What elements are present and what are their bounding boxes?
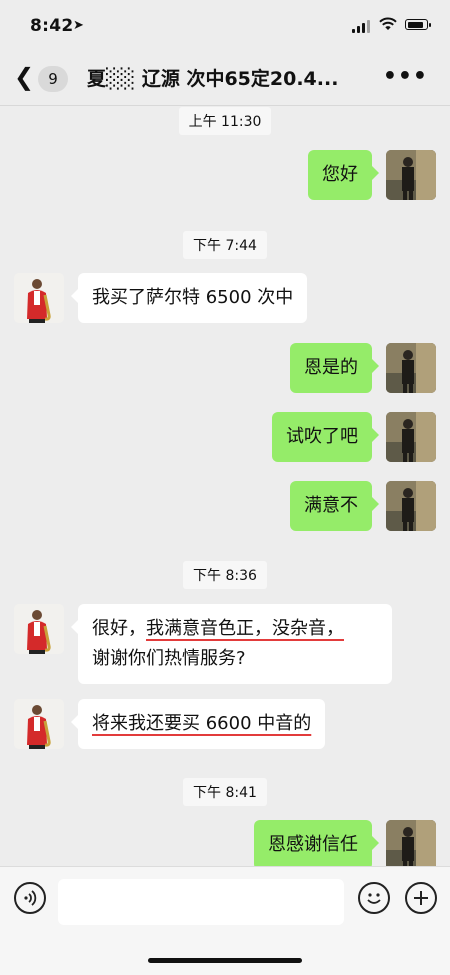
- message-text: 您好: [322, 164, 358, 185]
- home-indicator[interactable]: [148, 958, 302, 963]
- my-avatar[interactable]: [386, 820, 436, 870]
- my-avatar-image: [386, 412, 436, 462]
- message-text: 很好，: [92, 618, 146, 639]
- contact-avatar[interactable]: [14, 699, 64, 749]
- contact-avatar[interactable]: [14, 604, 64, 654]
- message-bubble-sent[interactable]: 恩感谢信任: [254, 820, 379, 870]
- my-avatar[interactable]: [386, 481, 436, 531]
- status-time: 8:42: [30, 16, 74, 36]
- timestamp: 下午 7:44: [0, 231, 450, 259]
- message-text: 恩是的: [304, 357, 358, 378]
- my-avatar-image: [386, 481, 436, 531]
- more-icon[interactable]: •••: [383, 64, 428, 89]
- message-text: 谢谢你们热情服务?: [92, 648, 246, 669]
- message-bubble-sent[interactable]: 试吹了吧: [272, 412, 379, 462]
- message-bubble-received[interactable]: 将来我还要买 6600 中音的: [70, 699, 326, 749]
- timestamp-label: 上午 11:30: [178, 107, 272, 135]
- location-arrow-icon: ➤: [73, 18, 84, 33]
- signal-icon: [352, 20, 372, 33]
- chat-header: ❮ 9 夏░░ 辽源 次中65定20.4... •••: [0, 52, 450, 106]
- contact-avatar[interactable]: [14, 273, 64, 323]
- add-icon-glyph: [414, 891, 428, 905]
- my-avatar-image: [386, 820, 436, 870]
- emoji-icon-glyph: [367, 893, 381, 904]
- contact-avatar-image: [14, 604, 64, 654]
- timestamp-label: 下午 8:36: [183, 561, 267, 589]
- wifi-icon: [379, 17, 397, 30]
- timestamp: 下午 8:36: [0, 561, 450, 589]
- my-avatar[interactable]: [386, 412, 436, 462]
- voice-icon[interactable]: [14, 882, 46, 914]
- voice-icon-glyph: [24, 890, 37, 906]
- message-text: 我买了萨尔特 6500 次中: [92, 287, 294, 308]
- timestamp-label: 下午 8:41: [183, 778, 267, 806]
- message-text: 试吹了吧: [286, 426, 358, 447]
- my-avatar[interactable]: [386, 343, 436, 393]
- add-icon[interactable]: [405, 882, 437, 914]
- timestamp: 下午 8:41: [0, 778, 450, 806]
- message-text: 满意不: [304, 495, 358, 516]
- my-avatar[interactable]: [386, 150, 436, 200]
- message-bubble-sent[interactable]: 恩是的: [290, 343, 379, 393]
- message-bubble-sent[interactable]: 您好: [308, 150, 379, 200]
- my-avatar-image: [386, 343, 436, 393]
- unread-badge[interactable]: 9: [38, 66, 68, 92]
- emoji-icon[interactable]: [358, 882, 390, 914]
- contact-avatar-image: [14, 699, 64, 749]
- my-avatar-image: [386, 150, 436, 200]
- message-text-underlined: 将来我还要买 6600 中音的: [92, 713, 312, 734]
- timestamp-label: 下午 7:44: [183, 231, 267, 259]
- message-text: 恩感谢信任: [268, 834, 358, 855]
- chat-title: 夏░░ 辽源 次中65定20.4...: [87, 68, 339, 90]
- message-bubble-received[interactable]: 很好，我满意音色正，没杂音， 谢谢你们热情服务?: [71, 604, 392, 684]
- battery-icon: [405, 19, 431, 30]
- back-icon[interactable]: ❮: [14, 62, 34, 92]
- message-bubble-sent[interactable]: 满意不: [290, 481, 379, 531]
- message-text-underlined: 我满意音色正，没杂音，: [146, 618, 344, 639]
- timestamp: 上午 11:30: [0, 107, 450, 135]
- contact-avatar-image: [14, 273, 64, 323]
- message-input[interactable]: [58, 879, 344, 925]
- message-bubble-received[interactable]: 我买了萨尔特 6500 次中: [70, 273, 308, 323]
- status-bar: 8:42 ➤: [0, 0, 450, 52]
